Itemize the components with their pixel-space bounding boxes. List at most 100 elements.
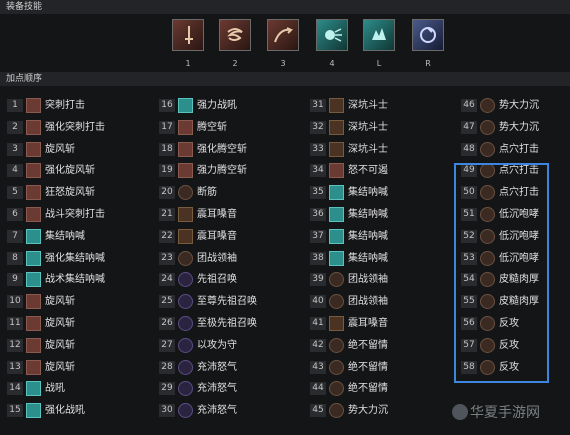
skill-icon (26, 250, 41, 266)
order-row: 21 震耳嗓音 (159, 206, 299, 225)
order-number: 45 (310, 404, 326, 418)
skill-name: 绝不留情 (348, 339, 388, 351)
order-number: 4 (7, 164, 23, 178)
skill-name: 腾空斩 (197, 121, 227, 133)
skill-icon (26, 228, 41, 244)
skill-name: 战斗突刺打击 (45, 209, 105, 220)
order-row: 37 集结呐喊 (310, 228, 450, 247)
order-number: 24 (159, 273, 175, 287)
order-number: 40 (310, 295, 326, 309)
skill-name: 狂怒旋风斩 (45, 187, 95, 199)
skill-icon (178, 207, 193, 222)
order-row: 27 以攻为守 (159, 337, 299, 356)
skill-icon (178, 98, 193, 113)
order-row: 17 腾空斩 (159, 119, 299, 138)
skill-name: 势大力沉 (499, 121, 539, 133)
skill-name: 集结呐喊 (348, 209, 388, 220)
order-row: 3 旋风斩 (7, 141, 147, 160)
order-row: 24 先祖召唤 (159, 271, 299, 290)
skill-icon (26, 294, 41, 310)
skill-slot-2[interactable] (219, 19, 251, 51)
skill-slot-L[interactable] (363, 19, 395, 51)
skill-icon (178, 316, 193, 331)
skill-name: 绝不留情 (348, 361, 388, 373)
skill-icon (329, 316, 344, 331)
skill-icon (178, 337, 193, 353)
skill-slot-key: L (376, 59, 382, 68)
order-number: 27 (159, 338, 175, 352)
skill-name: 旋风斩 (45, 339, 75, 351)
skill-name: 旋风斩 (45, 318, 75, 329)
order-row: 39 团战领袖 (310, 271, 450, 290)
skill-slot-1[interactable] (172, 19, 204, 51)
skill-slot-4[interactable] (316, 19, 348, 51)
skill-name: 突刺打击 (45, 100, 85, 111)
order-row: 41 震耳嗓音 (310, 315, 450, 334)
order-row: 32 深坑斗士 (310, 119, 450, 138)
skill-icon (329, 294, 344, 310)
skill-icon (26, 359, 41, 375)
skill-name: 强化旋风斩 (45, 165, 95, 177)
order-row: 19 强力腾空斩 (159, 162, 299, 181)
order-row: 20 断筋 (159, 184, 299, 203)
order-number: 17 (159, 120, 175, 134)
order-number: 12 (7, 338, 23, 352)
order-number: 10 (7, 295, 23, 309)
order-number: 28 (159, 360, 175, 374)
order-row: 42 绝不留情 (310, 337, 450, 356)
order-number: 3 (7, 142, 23, 156)
order-number: 15 (7, 404, 23, 418)
skill-name: 震耳嗓音 (197, 230, 237, 242)
order-number: 26 (159, 317, 175, 330)
order-row: 12 旋风斩 (7, 337, 147, 356)
leap-icon (274, 27, 294, 43)
skill-icon (480, 98, 495, 113)
skill-name: 强力腾空斩 (197, 165, 247, 177)
order-row: 7 集结呐喊 (7, 228, 147, 247)
order-row: 28 充沛怒气 (159, 359, 299, 378)
skill-icon (178, 403, 193, 419)
order-row: 23 团战领袖 (159, 250, 299, 269)
order-row: 5 狂怒旋风斩 (7, 184, 147, 203)
skill-slot-3[interactable] (267, 19, 299, 51)
skill-icon (329, 403, 344, 419)
order-number: 33 (310, 142, 326, 156)
order-row: 9 战术集结呐喊 (7, 271, 147, 290)
order-number: 31 (310, 99, 326, 112)
skill-name: 旋风斩 (45, 143, 75, 155)
order-number: 20 (159, 186, 175, 200)
order-number: 37 (310, 229, 326, 243)
order-number: 29 (159, 382, 175, 396)
skill-icon (329, 359, 344, 375)
skill-icon (26, 141, 41, 157)
order-number: 46 (461, 99, 477, 112)
skill-icon (329, 337, 344, 353)
skill-name: 深坑斗士 (348, 143, 388, 155)
order-row: 14 战吼 (7, 380, 147, 399)
skill-name: 旋风斩 (45, 361, 75, 373)
skill-name: 震耳嗓音 (197, 209, 237, 220)
skill-name: 充沛怒气 (197, 361, 237, 373)
skill-name: 战吼 (45, 383, 65, 395)
skill-name: 深坑斗士 (348, 121, 388, 133)
equipment-section-header: 装备技能 (0, 0, 570, 14)
skill-icon (329, 98, 344, 113)
order-row: 10 旋风斩 (7, 293, 147, 312)
order-number: 23 (159, 251, 175, 265)
order-row: 47 势大力沉 (461, 119, 570, 138)
order-number: 1 (7, 99, 23, 112)
skill-icon (178, 163, 193, 179)
skill-icon (26, 316, 41, 331)
skill-icon (26, 185, 41, 201)
skill-icon (26, 207, 41, 222)
watermark: 华夏手游网 (470, 405, 540, 421)
skill-icon (178, 119, 193, 135)
skill-icon (329, 381, 344, 397)
skill-slot-R[interactable] (412, 19, 444, 51)
order-row: 13 旋风斩 (7, 359, 147, 378)
order-number: 42 (310, 338, 326, 352)
order-row: 36 集结呐喊 (310, 206, 450, 225)
order-row: 46 势大力沉 (461, 97, 570, 116)
skill-icon (329, 185, 344, 201)
order-number: 9 (7, 273, 23, 287)
